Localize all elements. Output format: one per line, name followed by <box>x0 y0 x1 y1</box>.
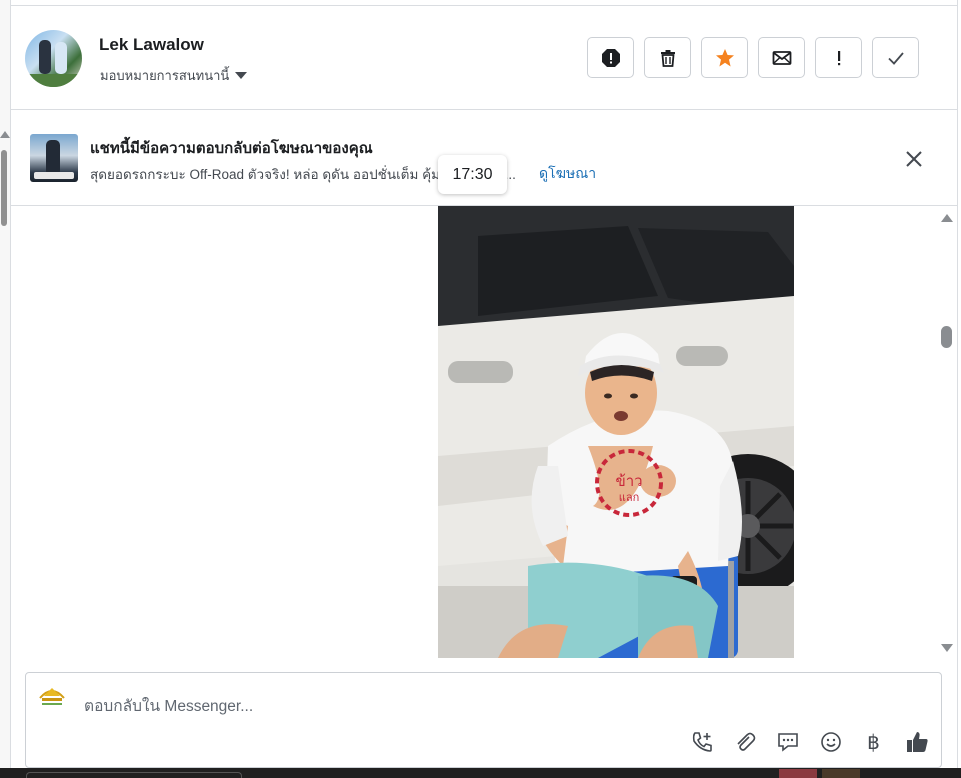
left-scrollbar[interactable] <box>0 0 11 768</box>
ad-banner-title: แชทนี้มีข้อความตอบกลับต่อโฆษณาของคุณ <box>90 140 373 157</box>
star-icon <box>715 48 734 66</box>
avatar[interactable] <box>25 30 82 87</box>
spam-button[interactable] <box>587 37 634 78</box>
attach-button[interactable] <box>732 729 757 754</box>
svg-text:ข้าว: ข้าว <box>615 472 642 490</box>
baht-icon: ฿ <box>867 729 880 754</box>
chat-bubble-icon <box>777 732 798 752</box>
page-logo-icon <box>39 688 65 705</box>
composer-toolbar: ฿ <box>689 729 929 754</box>
taskbar-search[interactable] <box>26 772 242 778</box>
scrollbar-thumb[interactable] <box>1 150 7 226</box>
thumbs-up-icon <box>906 731 928 752</box>
contact-name[interactable]: Lek Lawalow <box>99 35 204 55</box>
envelope-icon <box>772 50 791 65</box>
conversation-header: Lek Lawalow มอบหมายการสนทนานี้ <box>11 6 957 110</box>
octagon-exclamation-icon <box>601 48 620 67</box>
mark-unread-button[interactable] <box>758 37 805 78</box>
trash-icon <box>660 49 675 67</box>
assign-label: มอบหมายการสนทนานี้ <box>100 68 230 83</box>
exclamation-icon <box>837 50 840 65</box>
call-add-button[interactable] <box>689 729 714 754</box>
payment-button[interactable]: ฿ <box>861 729 886 754</box>
header-actions <box>587 37 919 78</box>
paperclip-icon <box>736 732 755 751</box>
taskbar-app[interactable] <box>779 769 817 778</box>
os-taskbar <box>0 768 961 778</box>
emoji-button[interactable] <box>818 729 843 754</box>
message-timestamp-tooltip: 17:30 <box>438 155 507 194</box>
emoji-icon <box>820 731 841 752</box>
chat-scroll-up-icon[interactable] <box>941 214 953 222</box>
chat-scrollbar-thumb[interactable] <box>941 326 952 348</box>
photo-image: ข้าว แลก <box>438 206 794 658</box>
svg-text:แลก: แลก <box>619 491 640 504</box>
message-photo[interactable]: ข้าว แลก <box>438 206 794 658</box>
scroll-up-arrow-icon[interactable] <box>0 131 10 138</box>
inbox-conversation-panel: Lek Lawalow มอบหมายการสนทนานี้ แชทนี้มีข… <box>0 0 961 778</box>
check-icon <box>887 51 904 65</box>
mark-done-button[interactable] <box>872 37 919 78</box>
view-ad-link[interactable]: ดูโฆษณา <box>539 163 596 185</box>
like-button[interactable] <box>904 729 929 754</box>
follow-up-button[interactable] <box>815 37 862 78</box>
chat-scroll-down-icon[interactable] <box>941 644 953 652</box>
ad-thumbnail[interactable] <box>30 134 78 182</box>
window-edge <box>957 0 961 778</box>
call-add-icon <box>692 731 712 752</box>
message-thread[interactable]: ข้าว แลก <box>11 206 957 664</box>
reply-input[interactable]: ตอบกลับใน Messenger... <box>84 693 253 718</box>
delete-button[interactable] <box>644 37 691 78</box>
reply-composer[interactable]: ตอบกลับใน Messenger... ฿ <box>25 672 942 768</box>
close-icon[interactable] <box>904 149 924 169</box>
saved-replies-button[interactable] <box>775 729 800 754</box>
assign-conversation-dropdown[interactable]: มอบหมายการสนทนานี้ <box>100 65 248 86</box>
taskbar-app[interactable] <box>822 769 860 778</box>
star-button[interactable] <box>701 37 748 78</box>
caret-down-icon <box>235 72 248 79</box>
